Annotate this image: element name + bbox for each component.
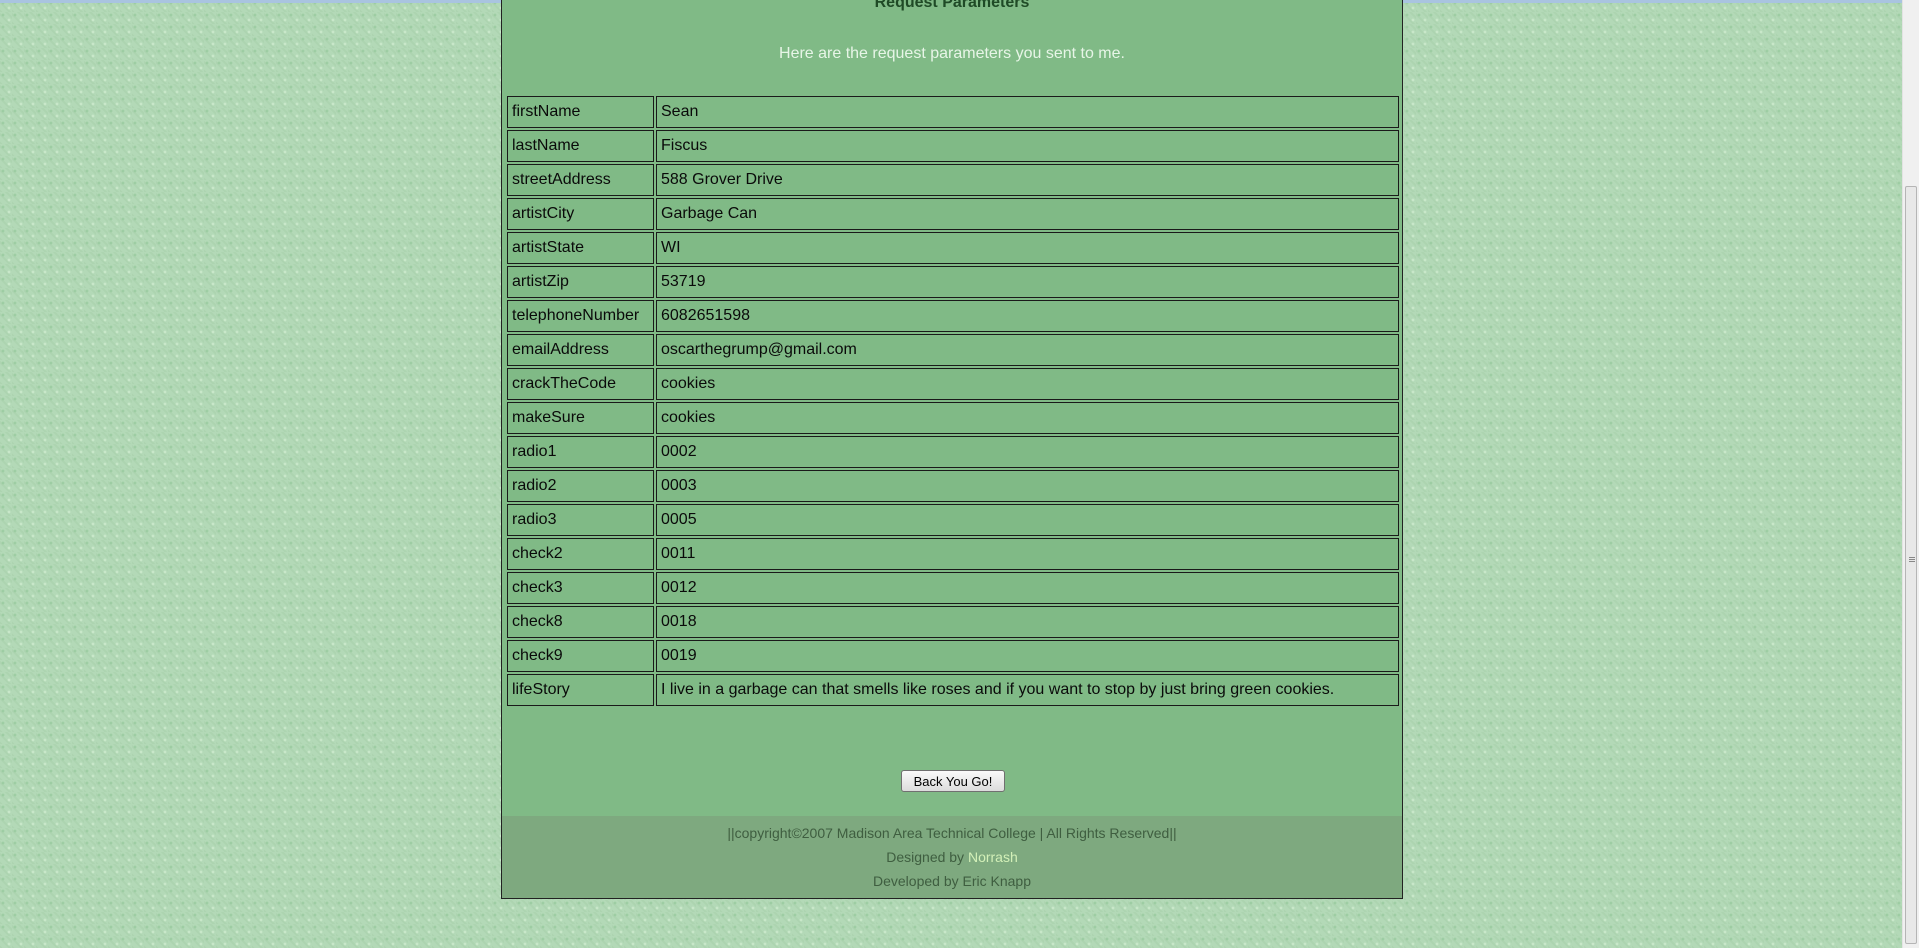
footer-designed-by: Designed by Norrash bbox=[502, 845, 1402, 869]
param-name-cell: artistState bbox=[507, 232, 654, 264]
param-name-cell: artistCity bbox=[507, 198, 654, 230]
param-row: artistCity Garbage Can bbox=[507, 198, 1399, 230]
param-name-cell: telephoneNumber bbox=[507, 300, 654, 332]
param-value-cell: cookies bbox=[656, 368, 1399, 400]
grip-icon bbox=[1909, 557, 1915, 558]
footer-developed-by: Developed by Eric Knapp bbox=[873, 873, 1031, 889]
param-name-cell: radio3 bbox=[507, 504, 654, 536]
param-value-cell: 0003 bbox=[656, 470, 1399, 502]
param-value-cell: oscarthegrump@gmail.com bbox=[656, 334, 1399, 366]
param-name-cell: emailAddress bbox=[507, 334, 654, 366]
param-value-cell: Garbage Can bbox=[656, 198, 1399, 230]
param-row: check9 0019 bbox=[507, 640, 1399, 672]
param-name-cell: check3 bbox=[507, 572, 654, 604]
param-name-cell: check8 bbox=[507, 606, 654, 638]
scrollbar-thumb[interactable] bbox=[1905, 186, 1917, 944]
designer-link[interactable]: Norrash bbox=[968, 849, 1018, 865]
param-name-cell: radio2 bbox=[507, 470, 654, 502]
param-row: streetAddress 588 Grover Drive bbox=[507, 164, 1399, 196]
param-row: artistZip 53719 bbox=[507, 266, 1399, 298]
param-name-cell: lastName bbox=[507, 130, 654, 162]
param-name-cell: radio1 bbox=[507, 436, 654, 468]
param-value-cell: cookies bbox=[656, 402, 1399, 434]
param-row: check2 0011 bbox=[507, 538, 1399, 570]
param-value-cell: Fiscus bbox=[656, 130, 1399, 162]
param-name-cell: artistZip bbox=[507, 266, 654, 298]
param-row: firstName Sean bbox=[507, 96, 1399, 128]
main-content: Request Parameters Here are the request … bbox=[501, 0, 1403, 899]
param-value-cell: 0002 bbox=[656, 436, 1399, 468]
parameters-table: firstName Sean lastName Fiscus streetAddress… bbox=[505, 94, 1401, 708]
param-row: lastName Fiscus bbox=[507, 130, 1399, 162]
param-name-cell: check9 bbox=[507, 640, 654, 672]
param-row: artistState WI bbox=[507, 232, 1399, 264]
param-row: radio2 0003 bbox=[507, 470, 1399, 502]
param-row: check3 0012 bbox=[507, 572, 1399, 604]
param-row: emailAddress oscarthegrump@gmail.com bbox=[507, 334, 1399, 366]
param-name-cell: firstName bbox=[507, 96, 654, 128]
param-value-cell: 53719 bbox=[656, 266, 1399, 298]
param-row: telephoneNumber 6082651598 bbox=[507, 300, 1399, 332]
param-value-cell: 0005 bbox=[656, 504, 1399, 536]
param-value-cell: I live in a garbage can that smells like… bbox=[656, 674, 1399, 706]
footer: ||copyright©2007 Madison Area Technical … bbox=[502, 816, 1402, 898]
param-row: radio1 0002 bbox=[507, 436, 1399, 468]
intro-text: Here are the request parameters you sent… bbox=[779, 45, 1125, 62]
param-value-cell: WI bbox=[656, 232, 1399, 264]
param-row: lifeStory I live in a garbage can that sm… bbox=[507, 674, 1399, 706]
vertical-scrollbar[interactable] bbox=[1902, 0, 1919, 948]
param-value-cell: 0018 bbox=[656, 606, 1399, 638]
footer-copyright: ||copyright©2007 Madison Area Technical … bbox=[727, 825, 1177, 841]
page-title: Request Parameters bbox=[874, 0, 1030, 11]
param-value-cell: 6082651598 bbox=[656, 300, 1399, 332]
param-row: check8 0018 bbox=[507, 606, 1399, 638]
param-name-cell: check2 bbox=[507, 538, 654, 570]
param-name-cell: crackTheCode bbox=[507, 368, 654, 400]
back-button[interactable]: Back You Go! bbox=[901, 770, 1005, 792]
param-value-cell: Sean bbox=[656, 96, 1399, 128]
param-name-cell: makeSure bbox=[507, 402, 654, 434]
param-row: crackTheCode cookies bbox=[507, 368, 1399, 400]
param-value-cell: 0011 bbox=[656, 538, 1399, 570]
param-name-cell: streetAddress bbox=[507, 164, 654, 196]
param-row: makeSure cookies bbox=[507, 402, 1399, 434]
param-row: radio3 0005 bbox=[507, 504, 1399, 536]
param-name-cell: lifeStory bbox=[507, 674, 654, 706]
param-value-cell: 0012 bbox=[656, 572, 1399, 604]
param-value-cell: 0019 bbox=[656, 640, 1399, 672]
param-value-cell: 588 Grover Drive bbox=[656, 164, 1399, 196]
designed-by-label: Designed by bbox=[886, 849, 968, 865]
